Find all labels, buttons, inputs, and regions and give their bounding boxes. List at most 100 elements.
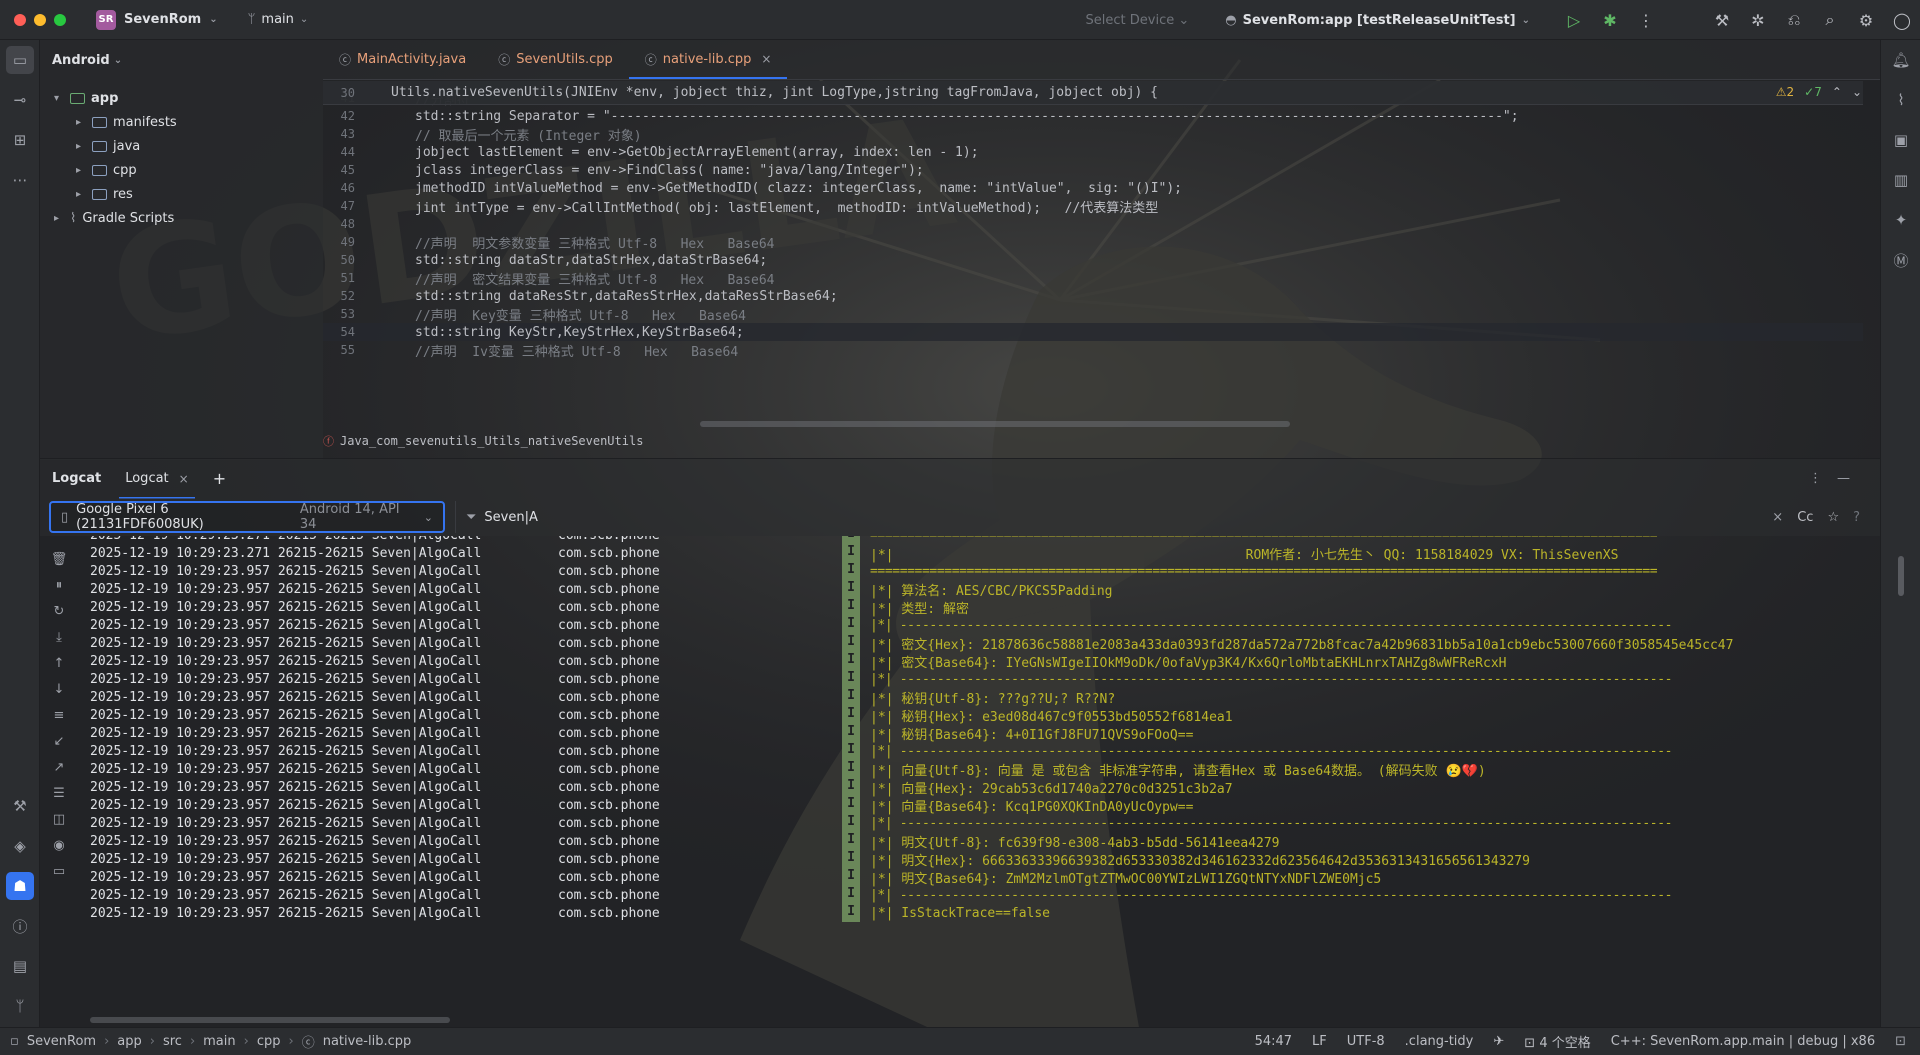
crumb[interactable]: main: [203, 1034, 235, 1049]
code-line[interactable]: 51 //声明 密文结果变量 三种格式 Utf-8 Hex Base64: [323, 269, 1863, 288]
split-view-icon[interactable]: ◫: [50, 810, 68, 828]
crumb[interactable]: src: [163, 1034, 182, 1049]
lock-icon[interactable]: ⊡: [1895, 1034, 1906, 1049]
favorite-icon[interactable]: ☆: [1827, 510, 1839, 525]
log-row[interactable]: 2025-12-19 10:29:23.957 26215-26215 Seve…: [80, 616, 1866, 634]
function-breadcrumb[interactable]: ⓕ Java_com_sevenutils_Utils_nativeSevenU…: [323, 430, 643, 452]
linter-config[interactable]: .clang-tidy: [1405, 1034, 1474, 1049]
logcat-horizontal-scrollbar[interactable]: [90, 1017, 450, 1023]
indent-setting[interactable]: ⊡ 4 个空格: [1524, 1032, 1590, 1051]
code-line[interactable]: 54 std::string KeyStr,KeyStrHex,KeyStrBas…: [323, 323, 1863, 341]
restart-icon[interactable]: ↻: [50, 602, 68, 620]
more-actions-icon[interactable]: ⋮: [1628, 0, 1664, 40]
log-row[interactable]: 2025-12-19 10:29:23.957 26215-26215 Seve…: [80, 886, 1866, 904]
project-view-selector[interactable]: Android ⌄: [40, 40, 323, 80]
pause-icon[interactable]: ⏸︎: [50, 576, 68, 594]
soft-wrap-icon[interactable]: ≡: [50, 706, 68, 724]
logcat-vertical-scrollbar[interactable]: [1898, 556, 1904, 596]
log-row[interactable]: 2025-12-19 10:29:23.957 26215-26215 Seve…: [80, 580, 1866, 599]
gradle-icon[interactable]: ⌇: [1887, 86, 1915, 114]
code-line[interactable]: 42 std::string Separator = "-------------…: [323, 107, 1863, 125]
tree-item-app[interactable]: ▾ app: [54, 86, 118, 110]
more-options-icon[interactable]: ⋮: [1809, 471, 1822, 486]
crumb[interactable]: cpp: [257, 1034, 281, 1049]
log-row[interactable]: 2025-12-19 10:29:23.957 26215-26215 Seve…: [80, 742, 1866, 760]
log-row[interactable]: 2025-12-19 10:29:23.957 26215-26215 Seve…: [80, 562, 1866, 580]
problems-icon[interactable]: ⓘ: [6, 912, 34, 940]
next-occurrence-icon[interactable]: ↓: [50, 680, 68, 698]
tree-item-java[interactable]: ▸ java: [76, 134, 140, 158]
camera-icon[interactable]: ◉: [50, 836, 68, 854]
tab-logcat[interactable]: Logcat ×: [113, 459, 201, 499]
code-line[interactable]: 52 std::string dataResStr,dataResStrHex,d…: [323, 287, 1863, 305]
log-row[interactable]: 2025-12-19 10:29:23.957 26215-26215 Seve…: [80, 778, 1866, 797]
code-line[interactable]: 47 jint intType = env->CallIntMethod( obj…: [323, 197, 1863, 216]
help-icon[interactable]: ?: [1853, 510, 1860, 525]
log-row[interactable]: 2025-12-19 10:29:23.957 26215-26215 Seve…: [80, 688, 1866, 707]
tree-item-res[interactable]: ▸ res: [76, 182, 133, 206]
account-icon[interactable]: ◯: [1884, 0, 1920, 40]
add-tab-icon[interactable]: +: [201, 459, 238, 499]
clear-filter-icon[interactable]: ×: [1772, 510, 1783, 525]
expand-icon[interactable]: ↗: [50, 758, 68, 776]
editor-horizontal-scrollbar[interactable]: [700, 421, 1290, 427]
chevron-down-icon[interactable]: ⌄: [1852, 85, 1862, 99]
notifications-icon[interactable]: 🔔︎: [1887, 46, 1915, 74]
log-row[interactable]: 2025-12-19 10:29:23.957 26215-26215 Seve…: [80, 868, 1866, 887]
log-row[interactable]: 2025-12-19 10:29:23.957 26215-26215 Seve…: [80, 724, 1866, 743]
code-line[interactable]: 43 // 取最后一个元素 (Integer 对象): [323, 125, 1863, 144]
zoom-window-button[interactable]: [54, 13, 66, 26]
crumb[interactable]: SevenRom: [27, 1034, 96, 1049]
log-row[interactable]: 2025-12-19 10:29:23.957 26215-26215 Seve…: [80, 706, 1866, 725]
log-row[interactable]: 2025-12-19 10:29:23.957 26215-26215 Seve…: [80, 760, 1866, 779]
git-icon[interactable]: ᛘ: [6, 992, 34, 1020]
device-selector[interactable]: ▯ Google Pixel 6 (21131FDF6008UK) Androi…: [49, 501, 445, 533]
chevron-up-icon[interactable]: ⌃: [1832, 85, 1842, 99]
markdown-icon[interactable]: Ⓜ: [1887, 246, 1915, 274]
code-line[interactable]: 49 //声明 明文参数变量 三种格式 Utf-8 Hex Base64: [323, 233, 1863, 252]
line-separator[interactable]: LF: [1312, 1034, 1327, 1049]
crumb[interactable]: native-lib.cpp: [323, 1034, 412, 1049]
code-context[interactable]: C++: SevenRom.app.main | debug | x86: [1611, 1034, 1875, 1049]
rocket-icon[interactable]: ✈: [1493, 1034, 1504, 1049]
inspection-widget[interactable]: ⚠2 ✓7 ⌃ ⌄: [1776, 85, 1862, 99]
video-icon[interactable]: ▭: [50, 862, 68, 880]
minimize-window-button[interactable]: [34, 13, 46, 26]
match-case-toggle[interactable]: Cc: [1797, 510, 1813, 525]
previous-occurrence-icon[interactable]: ↑: [50, 654, 68, 672]
code-line[interactable]: 53 //声明 Key变量 三种格式 Utf-8 Hex Base64: [323, 305, 1863, 324]
tab-mainactivity[interactable]: ⓒ MainActivity.java: [323, 39, 482, 79]
terminal-icon[interactable]: ▤: [6, 952, 34, 980]
code-line[interactable]: 48: [323, 215, 1863, 233]
close-icon[interactable]: ×: [761, 52, 771, 66]
commit-icon[interactable]: ⊸: [6, 86, 34, 114]
log-row[interactable]: 2025-12-19 10:29:23.957 26215-26215 Seve…: [80, 652, 1866, 671]
code-line[interactable]: 45 jclass integerClass = env->FindClass( …: [323, 161, 1863, 179]
crumb[interactable]: app: [117, 1034, 141, 1049]
gem-icon[interactable]: ◈: [6, 832, 34, 860]
log-row[interactable]: 2025-12-19 10:29:23.957 26215-26215 Seve…: [80, 814, 1866, 832]
search-icon[interactable]: ⌕: [1812, 0, 1848, 40]
format-icon[interactable]: ☰: [50, 784, 68, 802]
tab-native-lib[interactable]: ⓒ native-lib.cpp ×: [628, 39, 788, 79]
log-row[interactable]: 2025-12-19 10:29:23.957 26215-26215 Seve…: [80, 850, 1866, 869]
clipboard-icon[interactable]: ▥: [1887, 166, 1915, 194]
close-window-button[interactable]: [14, 13, 26, 26]
tab-sevenutils[interactable]: ⓒ SevenUtils.cpp: [482, 39, 629, 79]
log-row[interactable]: 2025-12-19 10:29:23.957 26215-26215 Seve…: [80, 904, 1866, 922]
log-row[interactable]: 2025-12-19 10:29:23.271 26215-26215 Seve…: [80, 544, 1866, 563]
bug-icon[interactable]: ✲: [1740, 0, 1776, 40]
log-row[interactable]: 2025-12-19 10:29:23.957 26215-26215 Seve…: [80, 670, 1866, 688]
debug-icon[interactable]: ✱: [1592, 0, 1628, 40]
gear-icon[interactable]: ⚙: [1848, 0, 1884, 40]
file-encoding[interactable]: UTF-8: [1347, 1034, 1385, 1049]
run-configuration-dropdown[interactable]: ◓ SevenRom:app [testReleaseUnitTest] ⌄: [1225, 13, 1530, 28]
collapse-icon[interactable]: ↙: [50, 732, 68, 750]
select-device-dropdown[interactable]: Select Device ⌄: [1086, 13, 1190, 28]
log-row[interactable]: 2025-12-19 10:29:23.957 26215-26215 Seve…: [80, 598, 1866, 617]
minimize-icon[interactable]: —: [1837, 471, 1850, 486]
build-icon[interactable]: ⚒: [1704, 0, 1740, 40]
caret-position[interactable]: 54:47: [1255, 1034, 1292, 1049]
project-switcher[interactable]: SR SevenRom ⌄: [96, 9, 218, 30]
code-editor[interactable]: 30 Utils.nativeSevenUtils(JNIEnv *env, j…: [323, 81, 1880, 421]
